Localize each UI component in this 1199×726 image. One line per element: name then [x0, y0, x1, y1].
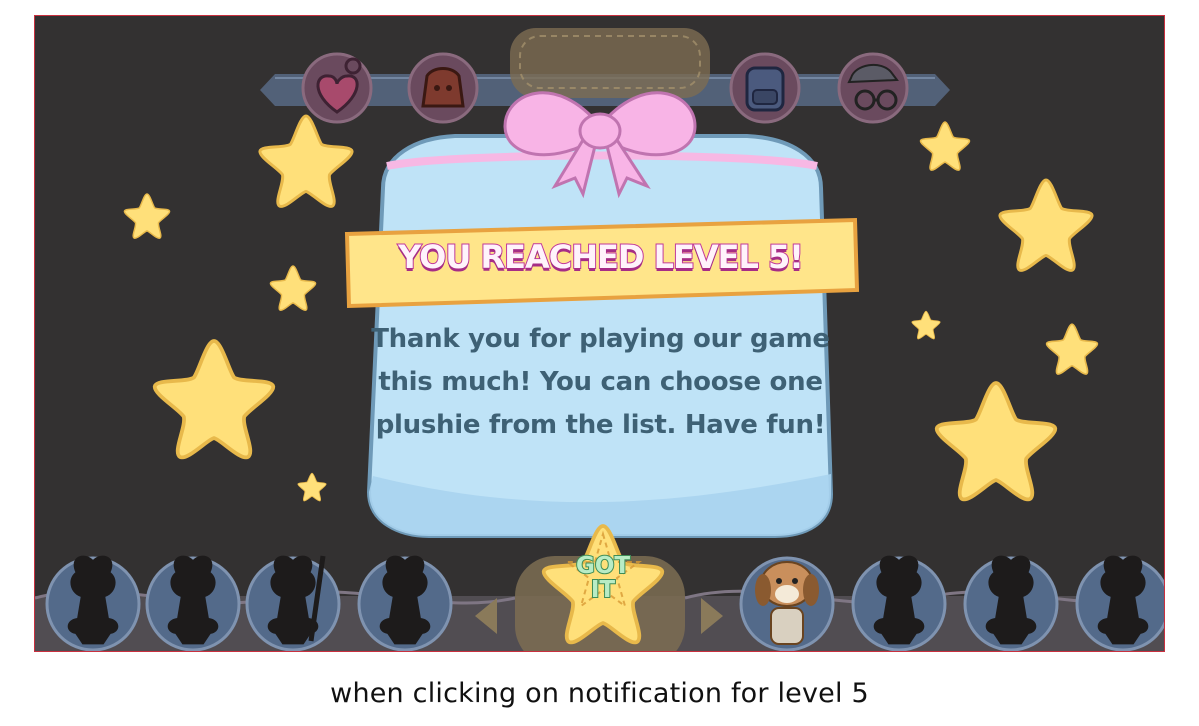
- backpack-blue-icon[interactable]: [729, 52, 801, 124]
- plushie-slot-1[interactable]: [45, 555, 141, 651]
- heart-keychain-icon[interactable]: [301, 52, 373, 124]
- game-viewport: YOU REACHED LEVEL 5! Thank you for playi…: [34, 15, 1165, 652]
- backpack-red-icon[interactable]: [407, 52, 479, 124]
- glasses-hat-icon[interactable]: [837, 52, 909, 124]
- caption: when clicking on notification for level …: [330, 678, 869, 709]
- popup-message: Thank you for playing our game this much…: [371, 324, 830, 440]
- plushie-slot-dog[interactable]: [739, 556, 835, 651]
- plushie-slot-2[interactable]: [145, 555, 241, 651]
- popup-title: YOU REACHED LEVEL 5!: [397, 237, 805, 277]
- plushie-slot-5[interactable]: [851, 555, 947, 651]
- plushie-slot-7[interactable]: [1075, 555, 1165, 651]
- plushie-slot-3[interactable]: [245, 555, 341, 651]
- got-it-button[interactable]: GOT IT: [543, 516, 663, 636]
- plushie-slot-6[interactable]: [963, 555, 1059, 651]
- plushie-slot-4[interactable]: [357, 555, 453, 651]
- got-it-label: GOT IT: [575, 553, 631, 603]
